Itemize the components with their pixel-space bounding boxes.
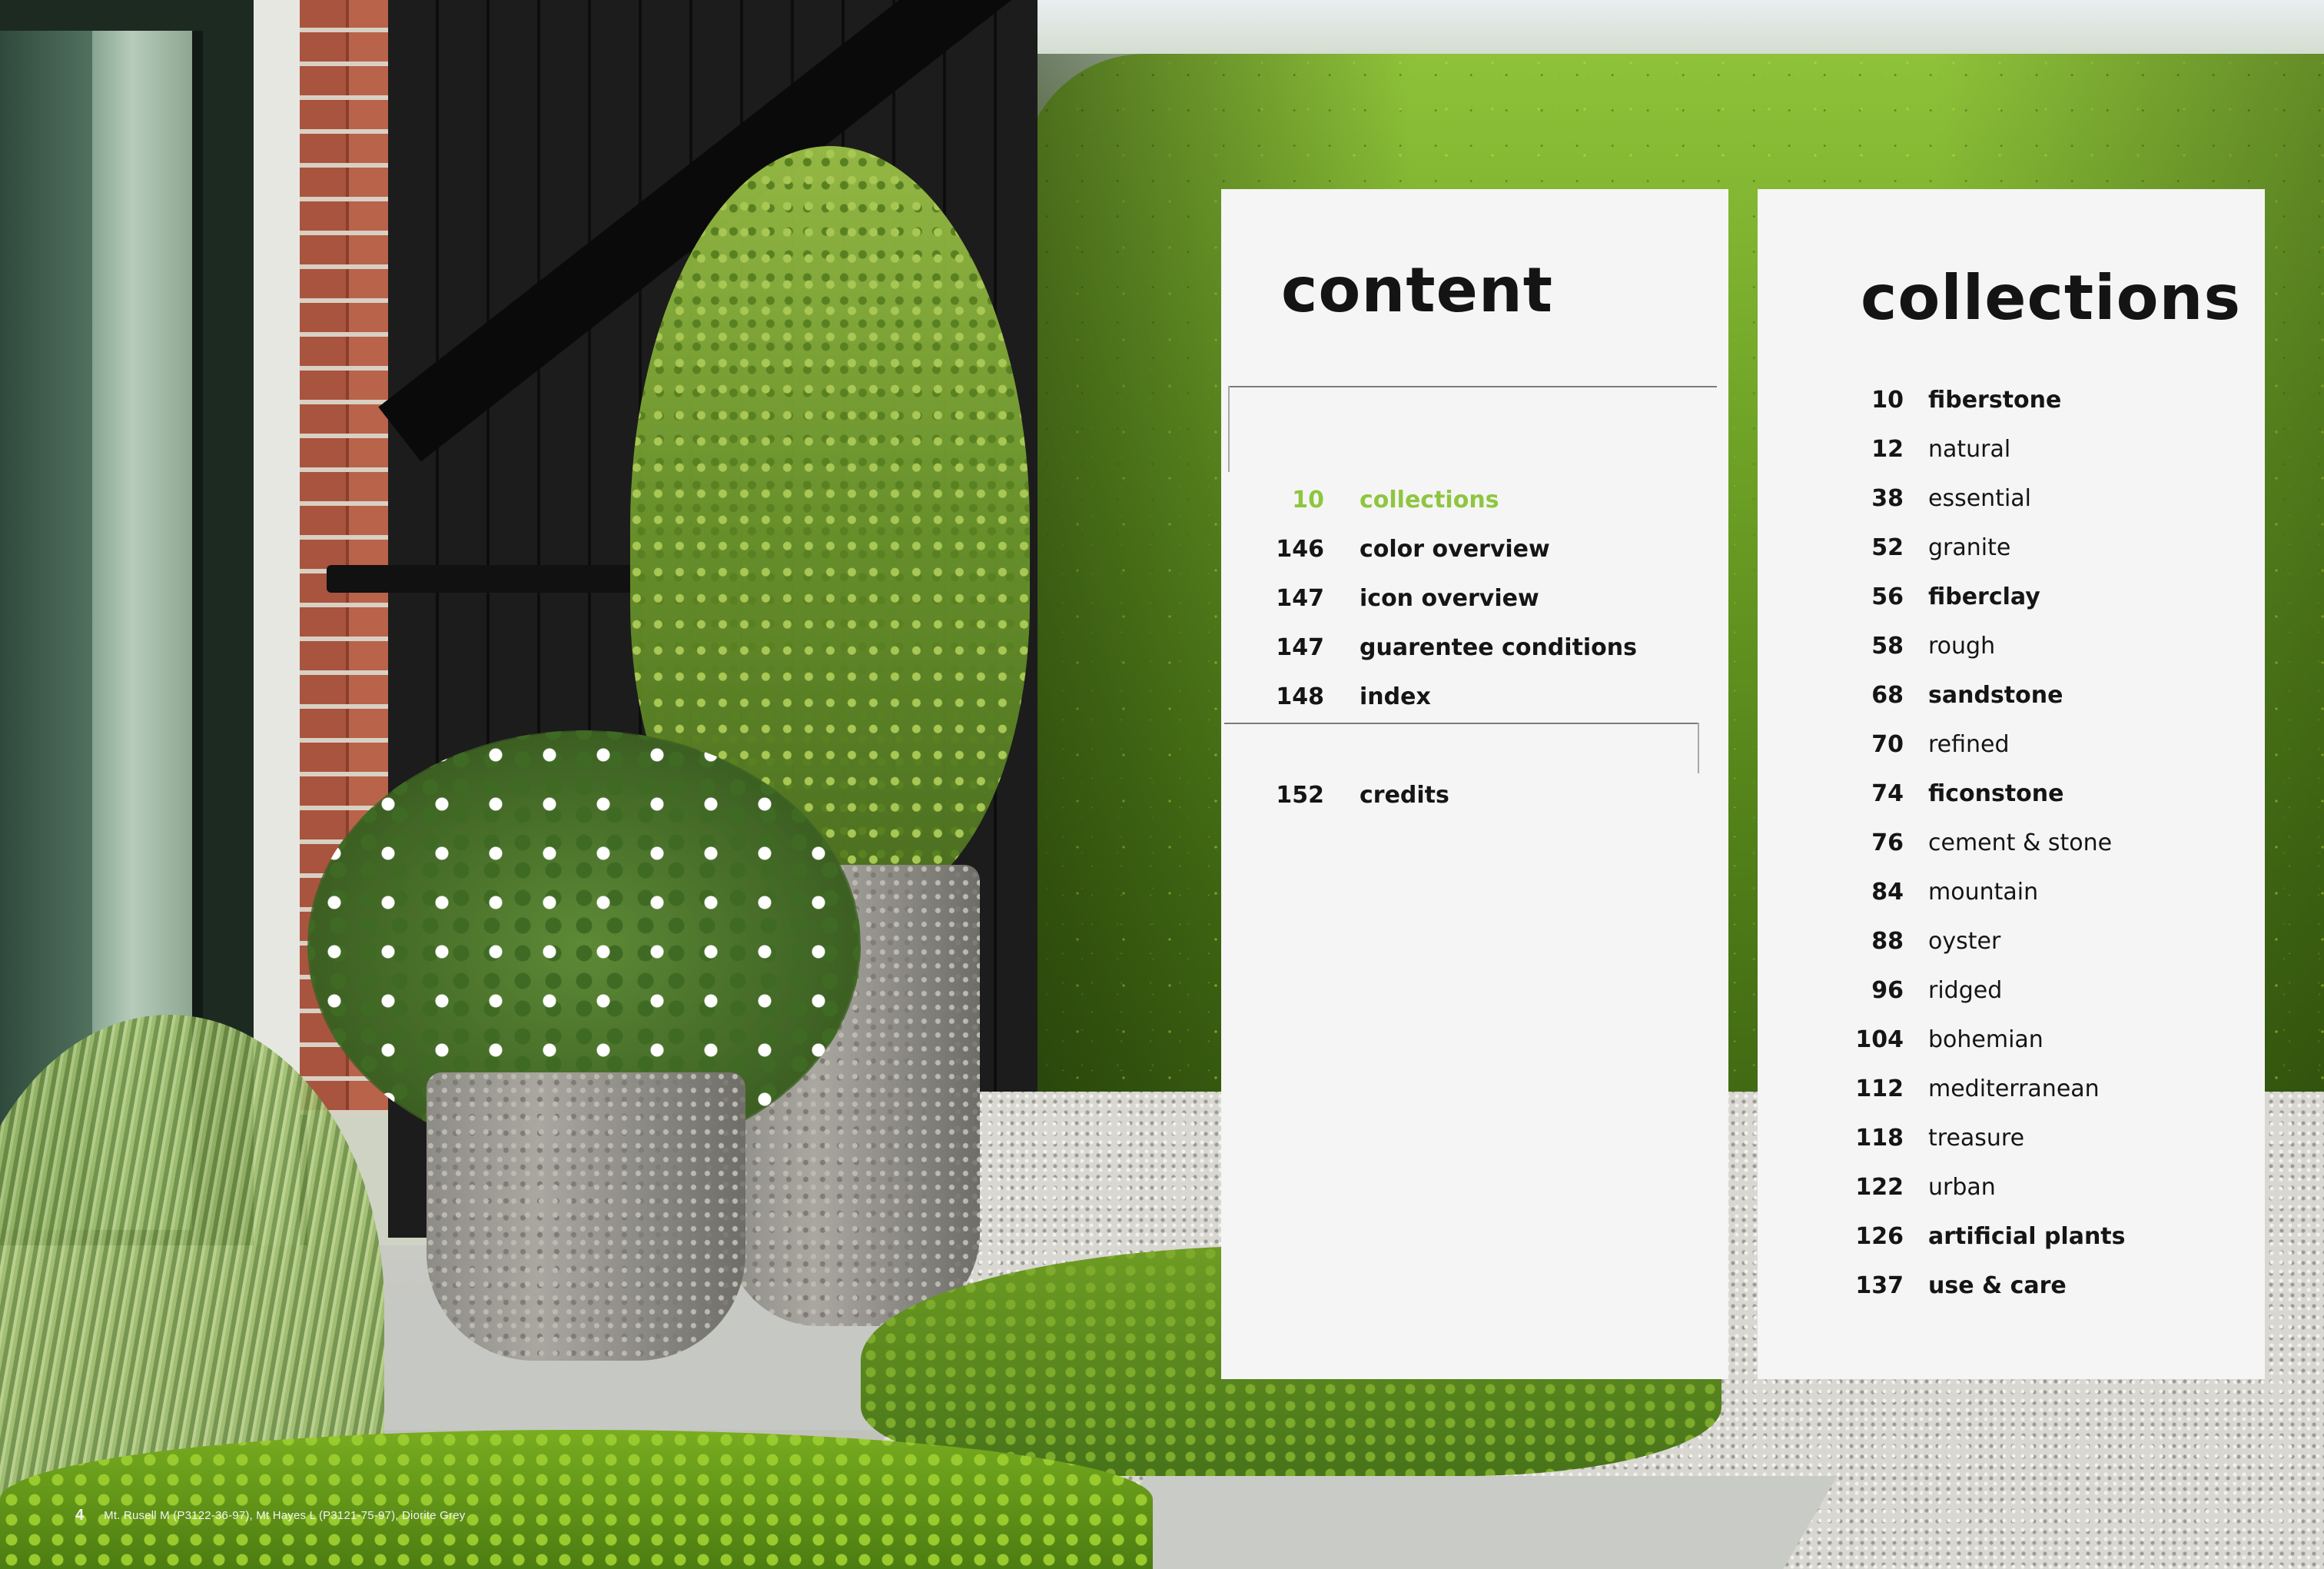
collection-page-number: 96	[1871, 976, 1904, 1004]
toc-label: credits	[1360, 781, 1449, 809]
collection-label: ficonstone	[1928, 780, 2064, 807]
collection-label: essential	[1928, 484, 2032, 512]
collection-page-number: 76	[1871, 829, 1904, 856]
divider	[1228, 386, 1230, 472]
collection-label: granite	[1928, 534, 2011, 561]
collection-label: fiberstone	[1928, 386, 2062, 414]
foreground-foliage	[0, 1430, 1153, 1569]
toc-page-number: 147	[1276, 584, 1324, 612]
collection-label: natural	[1928, 435, 2011, 463]
collection-page-number: 126	[1855, 1222, 1904, 1250]
collection-item[interactable]: 68 sandstone	[1758, 674, 2063, 716]
collection-item[interactable]: 74 ficonstone	[1758, 773, 2064, 814]
collection-item[interactable]: 76 cement & stone	[1758, 822, 2112, 863]
collection-label: fiberclay	[1928, 583, 2040, 610]
collection-item[interactable]: 96 ridged	[1758, 969, 2002, 1011]
collection-page-number: 10	[1871, 386, 1904, 414]
toc-item-collections[interactable]: 10 collections	[1221, 479, 1499, 520]
collection-page-number: 104	[1855, 1026, 1904, 1053]
collection-label: mediterranean	[1928, 1075, 2100, 1102]
collection-label: cement & stone	[1928, 829, 2113, 856]
collection-page-number: 70	[1871, 730, 1904, 758]
content-title: content	[1281, 254, 1554, 326]
collection-page-number: 56	[1871, 583, 1904, 610]
collection-item[interactable]: 38 essential	[1758, 477, 2031, 519]
collection-item[interactable]: 122 urban	[1758, 1166, 1996, 1208]
collection-page-number: 137	[1855, 1271, 1904, 1299]
collection-item[interactable]: 52 granite	[1758, 527, 2010, 568]
collection-label: artificial plants	[1928, 1222, 2126, 1250]
collection-item[interactable]: 118 treasure	[1758, 1117, 2024, 1158]
toc-page-number: 146	[1276, 535, 1324, 563]
collection-page-number: 52	[1871, 534, 1904, 561]
toc-item-guarentee-conditions[interactable]: 147 guarentee conditions	[1221, 627, 1637, 668]
collection-page-number: 12	[1871, 435, 1904, 463]
toc-item-icon-overview[interactable]: 147 icon overview	[1221, 577, 1539, 619]
collection-page-number: 88	[1871, 927, 1904, 955]
paving-slab	[1083, 1476, 1838, 1569]
collection-label: ridged	[1928, 976, 2003, 1004]
collection-item[interactable]: 112 mediterranean	[1758, 1068, 2100, 1109]
collection-page-number: 38	[1871, 484, 1904, 512]
page-number: 4	[75, 1507, 85, 1524]
low-planter	[427, 1072, 745, 1361]
collection-item[interactable]: 12 natural	[1758, 428, 2010, 470]
collection-label: sandstone	[1928, 681, 2063, 709]
collection-label: bohemian	[1928, 1026, 2043, 1053]
collection-item[interactable]: 104 bohemian	[1758, 1019, 2043, 1060]
collection-item[interactable]: 10 fiberstone	[1758, 379, 2061, 421]
collection-page-number: 112	[1855, 1075, 1904, 1102]
photo-caption-footer: 4 Mt. Rusell M (P3122-36-97), Mt Hayes L…	[75, 1507, 465, 1524]
collection-label: mountain	[1928, 878, 2039, 906]
toc-item-credits[interactable]: 152 credits	[1221, 774, 1449, 816]
collection-page-number: 122	[1855, 1173, 1904, 1201]
collection-label: urban	[1928, 1173, 1996, 1201]
toc-label: collections	[1360, 486, 1499, 514]
collection-page-number: 58	[1871, 632, 1904, 660]
divider	[1228, 386, 1717, 387]
collection-item[interactable]: 84 mountain	[1758, 871, 2038, 912]
photo-caption: Mt. Rusell M (P3122-36-97), Mt Hayes L (…	[104, 1509, 466, 1522]
toc-label: guarentee conditions	[1360, 633, 1638, 661]
collection-page-number: 74	[1871, 780, 1904, 807]
collection-item[interactable]: 126 artificial plants	[1758, 1215, 2126, 1257]
collection-label: use & care	[1928, 1271, 2067, 1299]
toc-page-number: 152	[1276, 781, 1324, 809]
collection-item[interactable]: 58 rough	[1758, 625, 1995, 666]
divider	[1224, 723, 1699, 724]
collection-page-number: 118	[1855, 1124, 1904, 1152]
collection-item[interactable]: 70 refined	[1758, 723, 2010, 765]
collection-label: treasure	[1928, 1124, 2025, 1152]
collections-panel: collections 10 fiberstone 12 natural 38 …	[1758, 189, 2265, 1379]
collection-item[interactable]: 88 oyster	[1758, 920, 2000, 962]
collection-page-number: 84	[1871, 878, 1904, 906]
divider	[1698, 723, 1699, 773]
toc-page-number: 148	[1276, 683, 1324, 710]
toc-item-index[interactable]: 148 index	[1221, 676, 1431, 717]
toc-label: color overview	[1360, 535, 1550, 563]
collection-label: rough	[1928, 632, 1996, 660]
collection-item[interactable]: 137 use & care	[1758, 1265, 2067, 1306]
door-hinge	[327, 565, 649, 593]
content-panel: content 10 collections 146 color overvie…	[1221, 189, 1728, 1379]
collection-label: refined	[1928, 730, 2010, 758]
toc-page-number: 147	[1276, 633, 1324, 661]
toc-page-number: 10	[1292, 486, 1324, 514]
collection-page-number: 68	[1871, 681, 1904, 709]
collection-label: oyster	[1928, 927, 2001, 955]
toc-label: index	[1360, 683, 1431, 710]
toc-label: icon overview	[1360, 584, 1539, 612]
collections-title: collections	[1861, 262, 2242, 334]
collection-item[interactable]: 56 fiberclay	[1758, 576, 2040, 617]
toc-item-color-overview[interactable]: 146 color overview	[1221, 528, 1550, 570]
